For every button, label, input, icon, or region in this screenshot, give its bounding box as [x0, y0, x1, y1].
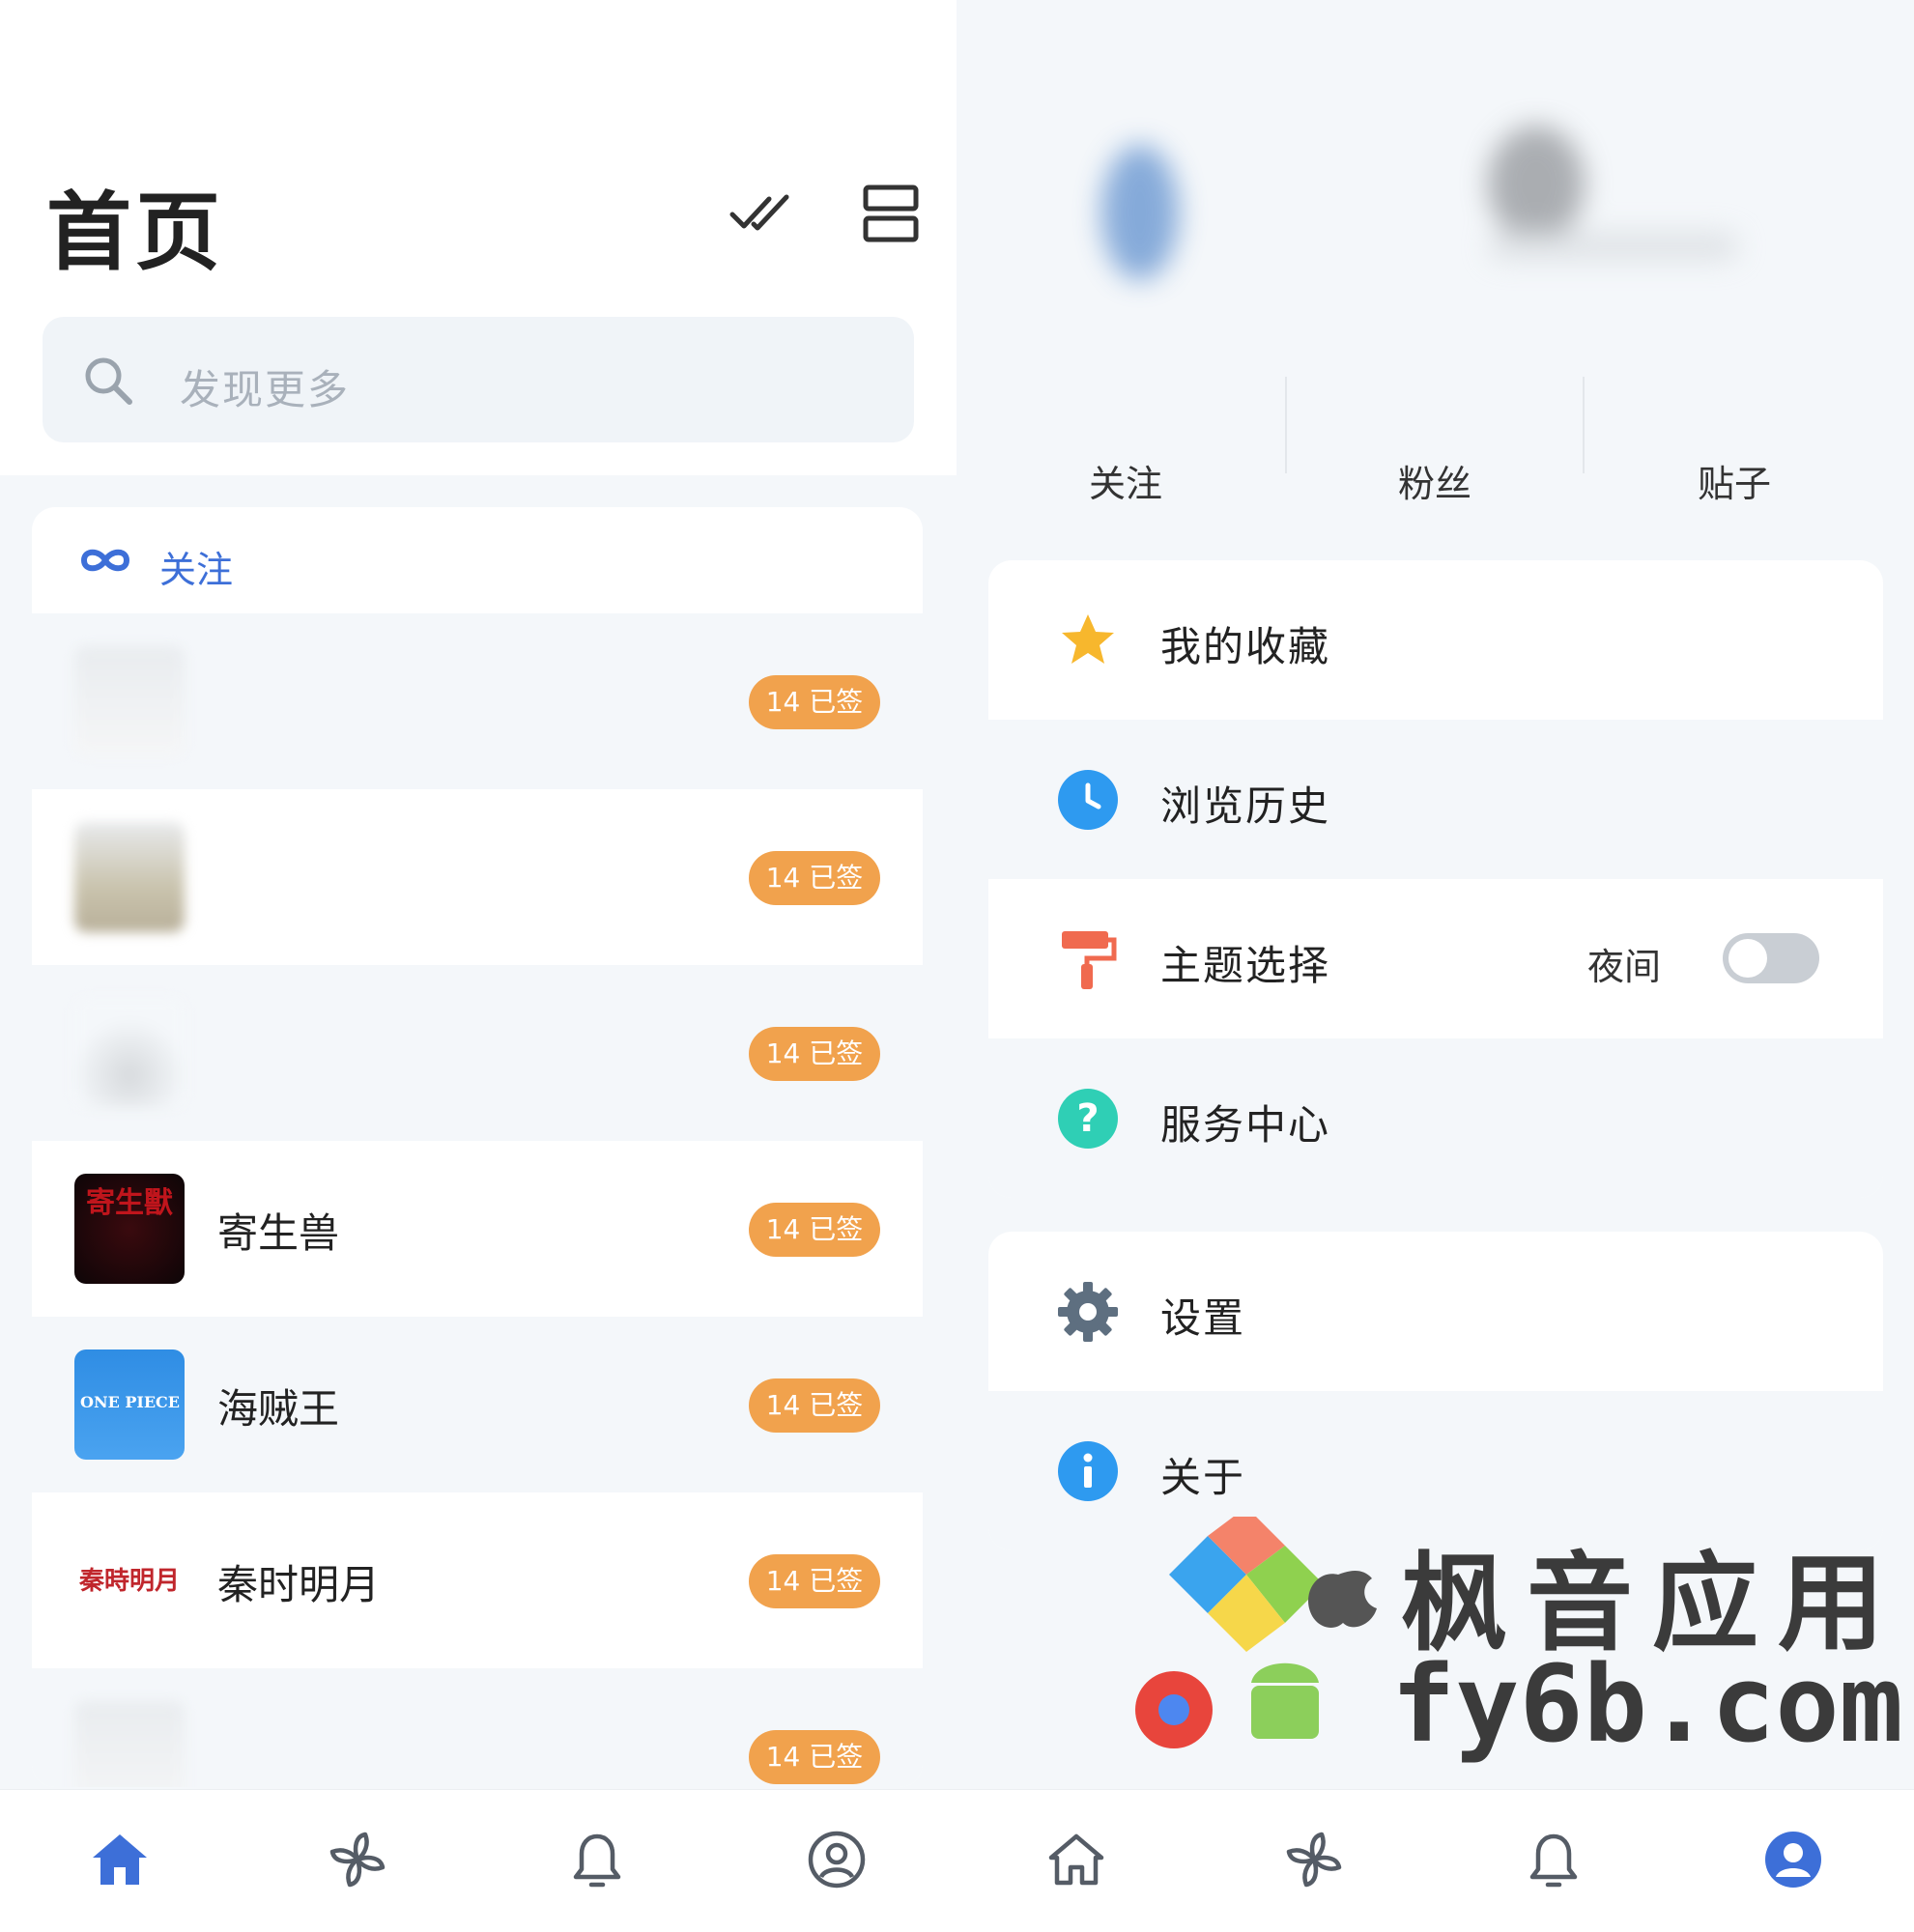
menu-favorites-label: 我的收藏 — [1160, 623, 1331, 670]
follow-list-card: 关注 14 已签 14 已签 14 已签 寄生獸 寄生兽 14 已签 ONE P… — [32, 507, 923, 1787]
nav-profile[interactable] — [806, 1829, 868, 1890]
bell-icon — [1529, 1833, 1578, 1888]
forum-row[interactable]: 14 已签 — [32, 965, 923, 1141]
search-bar[interactable]: 发现更多 — [43, 317, 914, 442]
svg-text:?: ? — [1076, 1096, 1099, 1141]
signed-badge: 14 已签 — [749, 1378, 880, 1433]
forum-row[interactable]: 14 已签 — [32, 789, 923, 965]
search-placeholder: 发现更多 — [180, 366, 351, 413]
menu-history[interactable]: 浏览历史 — [988, 720, 1883, 879]
star-icon — [1062, 614, 1114, 664]
forum-avatar — [74, 646, 185, 756]
signed-badge: 14 已签 — [749, 851, 880, 905]
menu-history-label: 浏览历史 — [1160, 782, 1331, 830]
home-screen: 首页 发现更多 关注 14 已签 14 已签 14 已签 寄生獸 寄生兽 14 … — [0, 0, 957, 1932]
menu-service-center[interactable]: ? 服务中心 — [988, 1038, 1883, 1198]
stat-following[interactable]: 关注 — [976, 454, 1275, 507]
bottom-nav — [0, 1789, 957, 1932]
paint-roller-icon — [1062, 931, 1117, 989]
forum-row[interactable]: 寄生獸 寄生兽 14 已签 — [32, 1141, 923, 1317]
watermark: 枫音应用 fy6b.com — [1130, 1517, 1903, 1768]
menu-service-center-label: 服务中心 — [1160, 1101, 1331, 1149]
stat-posts[interactable]: 贴子 — [1585, 454, 1884, 507]
nav-home[interactable] — [1045, 1829, 1107, 1890]
forum-avatar-text: 秦時明月 — [78, 1567, 180, 1596]
nav-profile[interactable] — [1762, 1829, 1824, 1890]
forum-row[interactable]: 14 已签 — [32, 613, 923, 789]
night-mode-label: 夜间 — [1587, 946, 1662, 988]
forum-avatar — [74, 1701, 185, 1787]
forum-avatar — [74, 998, 185, 1108]
layout-toggle-icon[interactable] — [856, 180, 926, 249]
gear-icon — [1058, 1282, 1118, 1342]
menu-theme-label: 主题选择 — [1160, 942, 1331, 989]
platform-logos-icon — [1135, 1517, 1377, 1748]
forum-name: 秦时明月 — [217, 1561, 381, 1608]
clock-icon — [1058, 770, 1118, 830]
mark-all-read-icon[interactable] — [727, 180, 796, 249]
forum-name: 寄生兽 — [217, 1209, 340, 1257]
forum-row[interactable]: 秦時明月 秦时明月 14 已签 — [32, 1492, 923, 1668]
bell-icon — [573, 1833, 621, 1888]
pinwheel-icon — [1286, 1832, 1342, 1888]
pinwheel-icon — [329, 1832, 386, 1888]
forum-avatar-text: ONE PIECE BAR — [80, 1393, 185, 1411]
forum-avatar: ONE PIECE BAR — [74, 1350, 185, 1460]
signed-badge: 14 已签 — [749, 1027, 880, 1081]
forum-row[interactable]: ONE PIECE BAR 海贼王 14 已签 — [32, 1317, 923, 1492]
nav-home[interactable] — [89, 1829, 151, 1890]
user-circle-icon — [1765, 1832, 1821, 1888]
nav-notifications[interactable] — [566, 1829, 628, 1890]
home-icon — [1048, 1833, 1104, 1886]
infinity-icon — [78, 544, 132, 577]
watermark-en: fy6b.com — [1391, 1642, 1903, 1766]
signed-badge: 14 已签 — [749, 675, 880, 729]
menu-settings-label: 设置 — [1160, 1294, 1246, 1342]
forum-row[interactable]: 14 已签 — [32, 1668, 923, 1787]
menu-theme[interactable]: 主题选择 夜间 — [988, 879, 1883, 1038]
signed-badge: 14 已签 — [749, 1730, 880, 1784]
toggle-knob — [1728, 939, 1767, 978]
info-icon — [1058, 1441, 1118, 1501]
nav-discover[interactable] — [327, 1829, 388, 1890]
night-mode-toggle[interactable] — [1723, 933, 1819, 983]
page-title: 首页 — [46, 183, 225, 282]
profile-stats: 关注 粉丝 贴子 — [957, 377, 1914, 522]
forum-avatar: 秦時明月 — [74, 1525, 185, 1635]
follow-list-header: 关注 — [32, 507, 923, 613]
nav-notifications[interactable] — [1523, 1829, 1585, 1890]
follow-list-title: 关注 — [159, 549, 234, 591]
search-icon — [81, 354, 135, 408]
menu-favorites[interactable]: 我的收藏 — [988, 560, 1883, 720]
help-icon: ? — [1058, 1089, 1118, 1149]
forum-avatar: 寄生獸 — [74, 1174, 185, 1284]
signed-badge: 14 已签 — [749, 1554, 880, 1608]
home-header: 首页 发现更多 — [0, 0, 957, 475]
menu-about-label: 关于 — [1160, 1454, 1246, 1501]
forum-avatar — [74, 822, 185, 932]
signed-badge: 14 已签 — [749, 1203, 880, 1257]
menu-card-main: 我的收藏 浏览历史 主题选择 夜间 ? 服务中心 — [988, 560, 1883, 1198]
forum-name: 海贼王 — [217, 1385, 340, 1433]
user-circle-icon — [808, 1831, 866, 1889]
menu-settings[interactable]: 设置 — [988, 1232, 1883, 1391]
bottom-nav — [957, 1789, 1914, 1932]
menu-card-secondary: 设置 关于 — [988, 1232, 1883, 1550]
stat-followers[interactable]: 粉丝 — [1285, 454, 1585, 507]
nav-discover[interactable] — [1283, 1829, 1345, 1890]
profile-header-blurred — [1034, 106, 1826, 299]
forum-avatar-text: 寄生獸 — [86, 1186, 173, 1220]
home-icon — [93, 1834, 147, 1885]
